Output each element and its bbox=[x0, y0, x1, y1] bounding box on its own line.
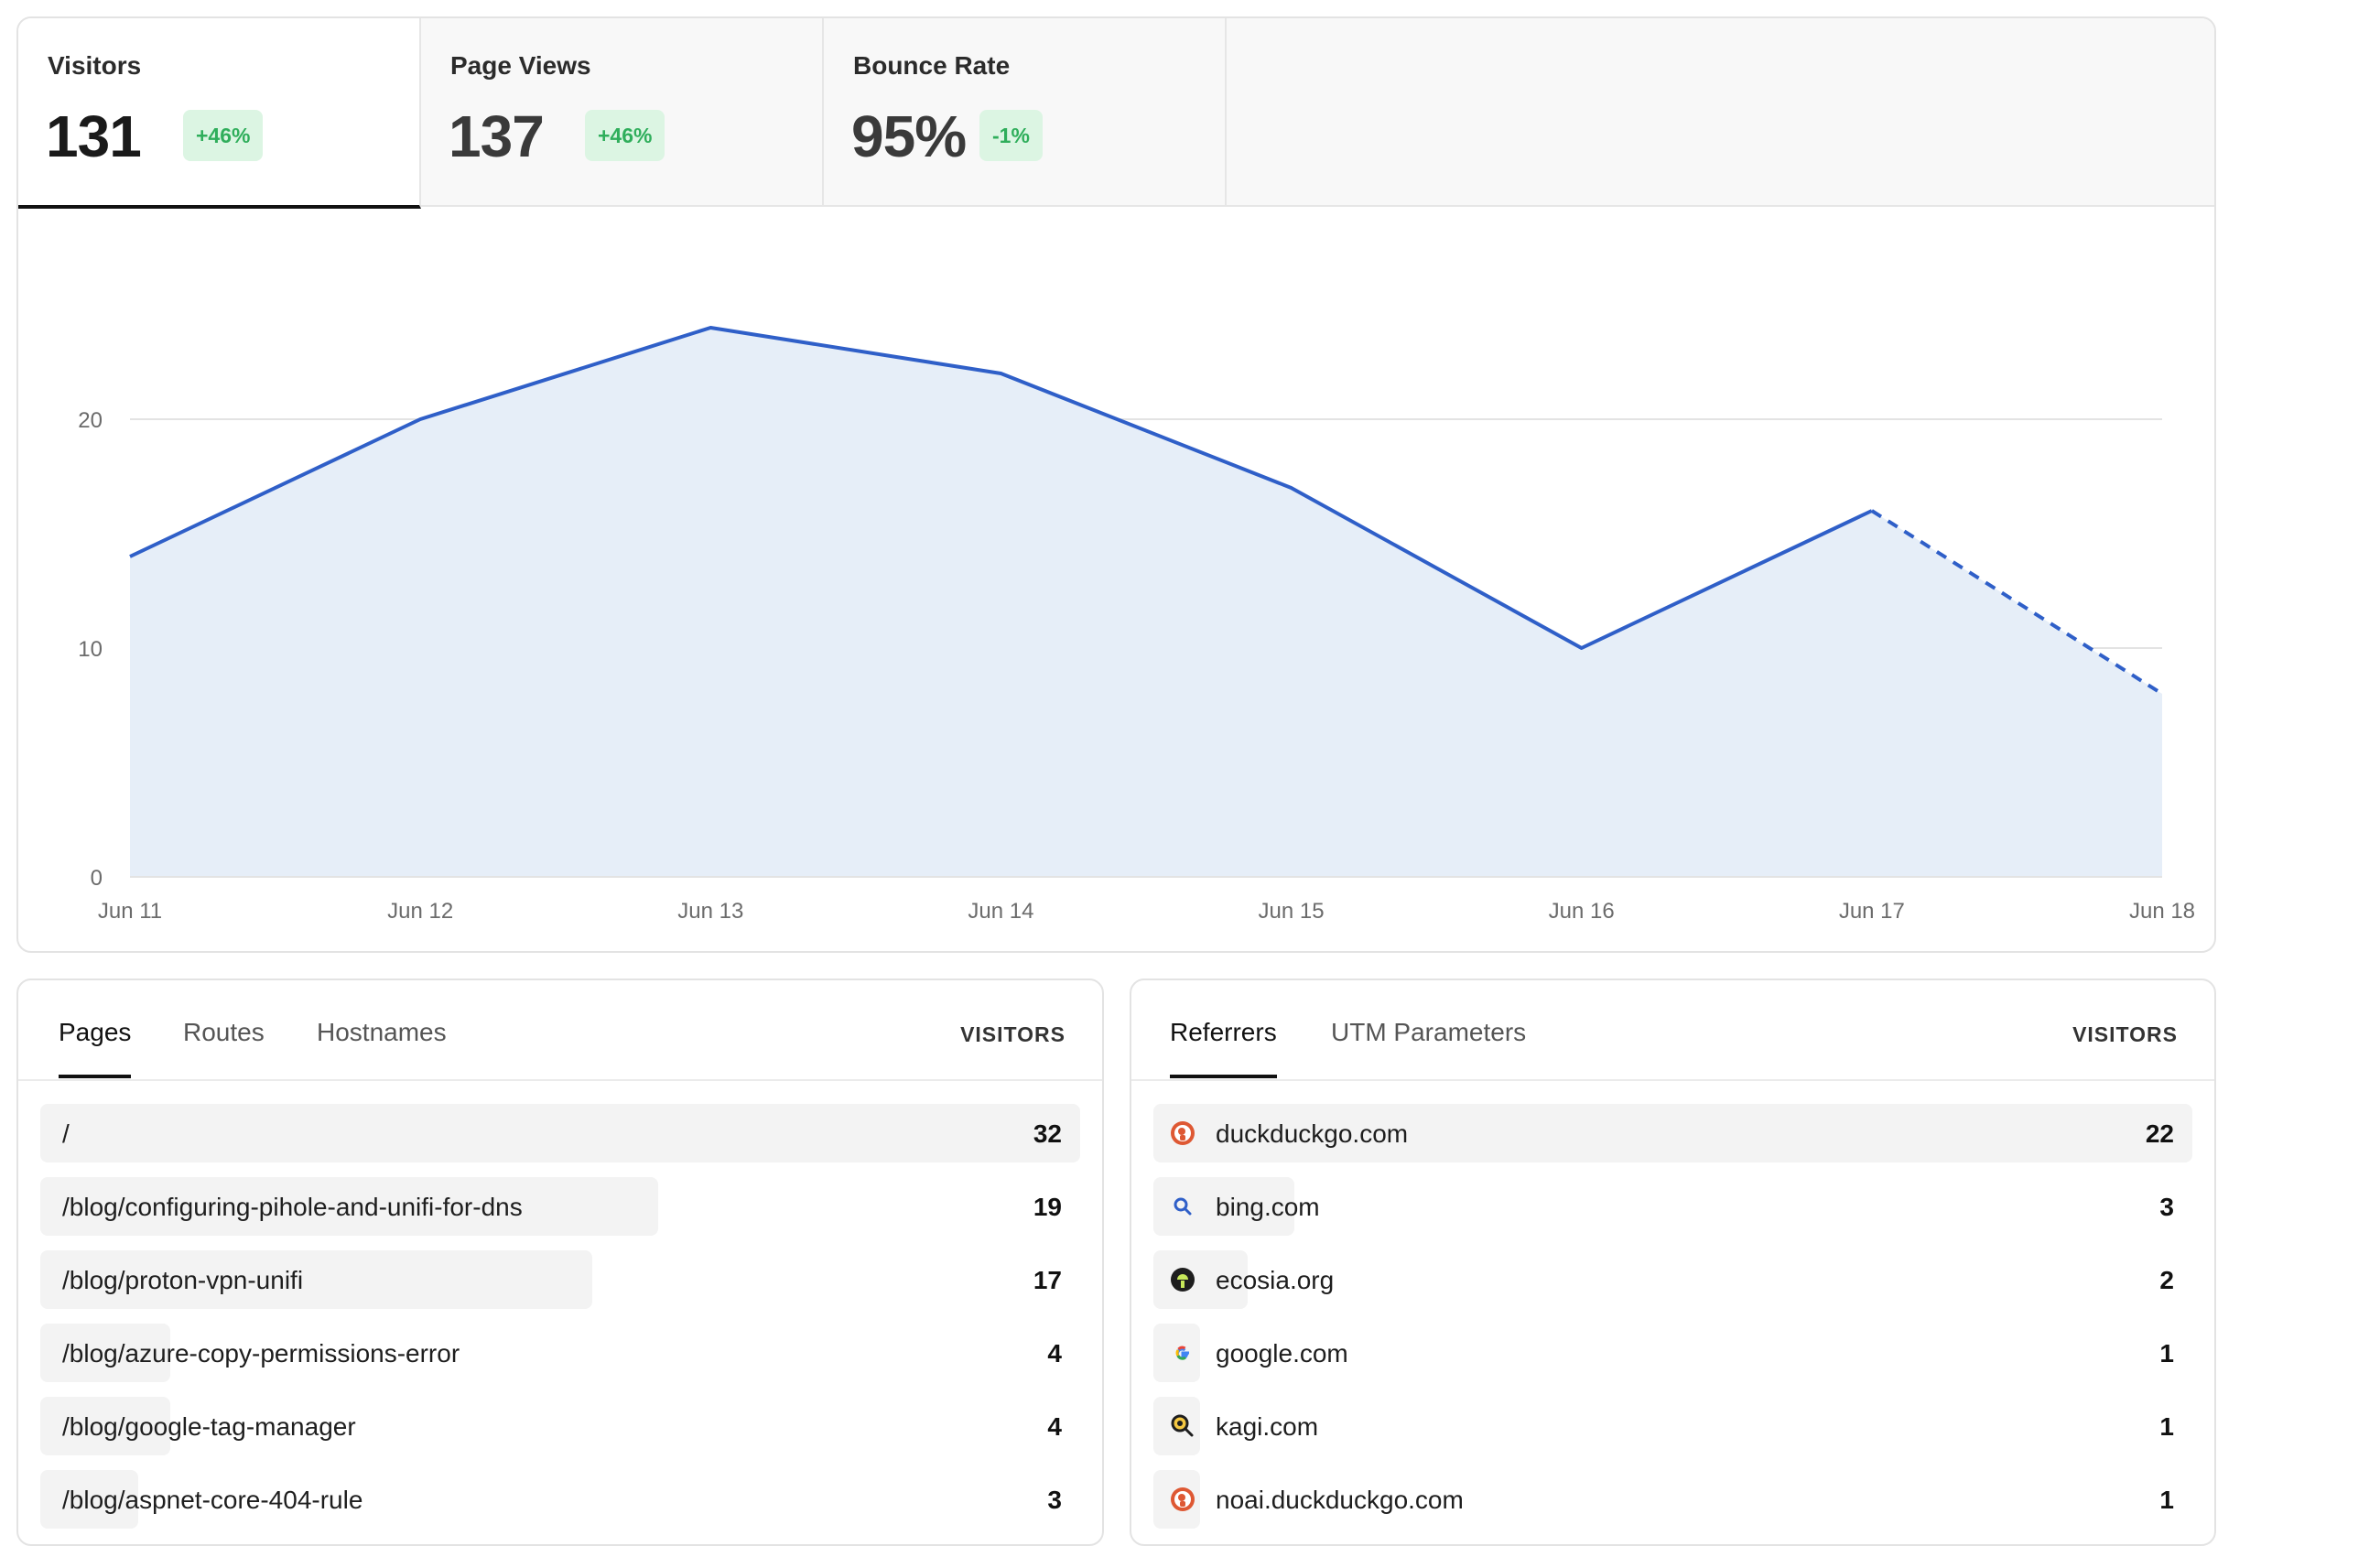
stats-card: Visitors 131 +46% Page Views 137 +46% Bo… bbox=[16, 16, 2216, 953]
stat-tab-bounce-rate[interactable]: Bounce Rate 95% -1% bbox=[824, 18, 1227, 207]
tab-pages[interactable]: Pages bbox=[59, 1018, 132, 1078]
list-item[interactable]: /blog/configuring-pihole-and-unifi-for-d… bbox=[40, 1177, 1080, 1236]
pages-panel: Pages Routes Hostnames VISITORS / 32/blog… bbox=[16, 978, 1104, 1546]
row-label: google.com bbox=[1216, 1339, 1348, 1368]
bing-search-icon bbox=[1170, 1194, 1195, 1219]
list-item[interactable]: /blog/proton-vpn-unifi 17 bbox=[40, 1250, 1080, 1309]
row-label: /blog/google-tag-manager bbox=[62, 1412, 356, 1441]
list-item[interactable]: noai.duckduckgo.com 1 bbox=[1153, 1470, 2192, 1529]
row-visitor-count: 19 bbox=[1033, 1193, 1062, 1221]
list-item[interactable]: / 32 bbox=[40, 1104, 1080, 1162]
list-item[interactable]: /blog/aspnet-core-404-rule 3 bbox=[40, 1470, 1080, 1529]
stat-label: Visitors bbox=[48, 51, 142, 80]
tab-utm-parameters[interactable]: UTM Parameters bbox=[1331, 1018, 1526, 1075]
list-item[interactable]: google.com 1 bbox=[1153, 1324, 2192, 1382]
list-item[interactable]: ecosia.org 2 bbox=[1153, 1250, 2192, 1309]
tab-hostnames[interactable]: Hostnames bbox=[317, 1018, 447, 1075]
referrers-panel-header: Referrers UTM Parameters VISITORS bbox=[1131, 980, 2214, 1081]
change-badge: -1% bbox=[979, 110, 1043, 161]
row-label: /blog/aspnet-core-404-rule bbox=[62, 1486, 363, 1514]
change-badge: +46% bbox=[183, 110, 264, 161]
row-label: /blog/configuring-pihole-and-unifi-for-d… bbox=[62, 1193, 523, 1221]
row-visitor-count: 22 bbox=[2145, 1119, 2174, 1148]
tab-routes[interactable]: Routes bbox=[183, 1018, 265, 1075]
stats-tabs: Visitors 131 +46% Page Views 137 +46% Bo… bbox=[18, 18, 2214, 209]
x-tick-label: Jun 11 bbox=[98, 899, 162, 924]
row-visitor-count: 2 bbox=[2159, 1266, 2174, 1294]
row-label: noai.duckduckgo.com bbox=[1216, 1486, 1464, 1514]
row-label: duckduckgo.com bbox=[1216, 1119, 1409, 1148]
visitors-column-header: VISITORS bbox=[2072, 1022, 2178, 1046]
google-icon bbox=[1170, 1340, 1195, 1366]
referrers-panel: Referrers UTM Parameters VISITORS duckdu… bbox=[1130, 978, 2216, 1546]
stat-tab-page-views[interactable]: Page Views 137 +46% bbox=[421, 18, 824, 207]
row-visitor-count: 4 bbox=[1047, 1339, 1062, 1368]
change-badge: +46% bbox=[585, 110, 665, 161]
list-item[interactable]: bing.com 3 bbox=[1153, 1177, 2192, 1236]
row-label: /blog/azure-copy-permissions-error bbox=[62, 1339, 460, 1368]
y-tick-label: 20 bbox=[78, 408, 103, 433]
x-tick-label: Jun 14 bbox=[968, 899, 1033, 924]
x-tick-label: Jun 12 bbox=[387, 899, 453, 924]
list-item[interactable]: /blog/google-tag-manager 4 bbox=[40, 1397, 1080, 1455]
kagi-icon bbox=[1170, 1413, 1195, 1439]
list-item[interactable]: /blog/azure-copy-permissions-error 4 bbox=[40, 1324, 1080, 1382]
y-tick-label: 0 bbox=[91, 866, 103, 891]
list-item[interactable]: duckduckgo.com 22 bbox=[1153, 1104, 2192, 1162]
x-tick-label: Jun 13 bbox=[677, 899, 743, 924]
chart-area bbox=[130, 328, 2162, 877]
list-item[interactable]: kagi.com 1 bbox=[1153, 1397, 2192, 1455]
row-label: / bbox=[62, 1119, 70, 1148]
x-tick-label: Jun 18 bbox=[2129, 899, 2195, 924]
row-visitor-count: 4 bbox=[1047, 1412, 1062, 1441]
row-label: bing.com bbox=[1216, 1193, 1320, 1221]
row-visitor-count: 1 bbox=[2159, 1339, 2174, 1368]
row-label: ecosia.org bbox=[1216, 1266, 1335, 1294]
stat-label: Page Views bbox=[450, 51, 591, 80]
stat-value: 137 bbox=[449, 103, 545, 169]
stat-tab-visitors[interactable]: Visitors 131 +46% bbox=[18, 18, 421, 209]
stat-value: 95% bbox=[851, 103, 967, 169]
x-tick-label: Jun 17 bbox=[1839, 899, 1905, 924]
row-visitor-count: 1 bbox=[2159, 1486, 2174, 1514]
duckduckgo-icon bbox=[1170, 1487, 1195, 1512]
stat-value: 131 bbox=[46, 103, 142, 169]
tab-referrers[interactable]: Referrers bbox=[1170, 1018, 1277, 1078]
ecosia-icon bbox=[1170, 1267, 1195, 1292]
stat-label: Bounce Rate bbox=[853, 51, 1011, 80]
row-label: kagi.com bbox=[1216, 1412, 1319, 1441]
pages-panel-header: Pages Routes Hostnames VISITORS bbox=[18, 980, 1102, 1081]
row-visitor-count: 3 bbox=[2159, 1193, 2174, 1221]
x-tick-label: Jun 15 bbox=[1259, 899, 1325, 924]
y-tick-label: 10 bbox=[78, 637, 103, 662]
visitors-chart: 0 10 20 Jun 11 Jun 12 Jun 13 Jun 14 Jun 15 Jun 1… bbox=[78, 326, 2195, 924]
row-visitor-count: 32 bbox=[1033, 1119, 1062, 1148]
duckduckgo-icon bbox=[1170, 1120, 1195, 1146]
x-tick-label: Jun 16 bbox=[1549, 899, 1615, 924]
row-label: /blog/proton-vpn-unifi bbox=[62, 1266, 304, 1294]
row-visitor-count: 17 bbox=[1033, 1266, 1062, 1294]
row-visitor-count: 3 bbox=[1047, 1486, 1062, 1514]
share-bar bbox=[40, 1104, 1080, 1162]
visitors-column-header: VISITORS bbox=[960, 1022, 1066, 1046]
row-visitor-count: 1 bbox=[2159, 1412, 2174, 1441]
